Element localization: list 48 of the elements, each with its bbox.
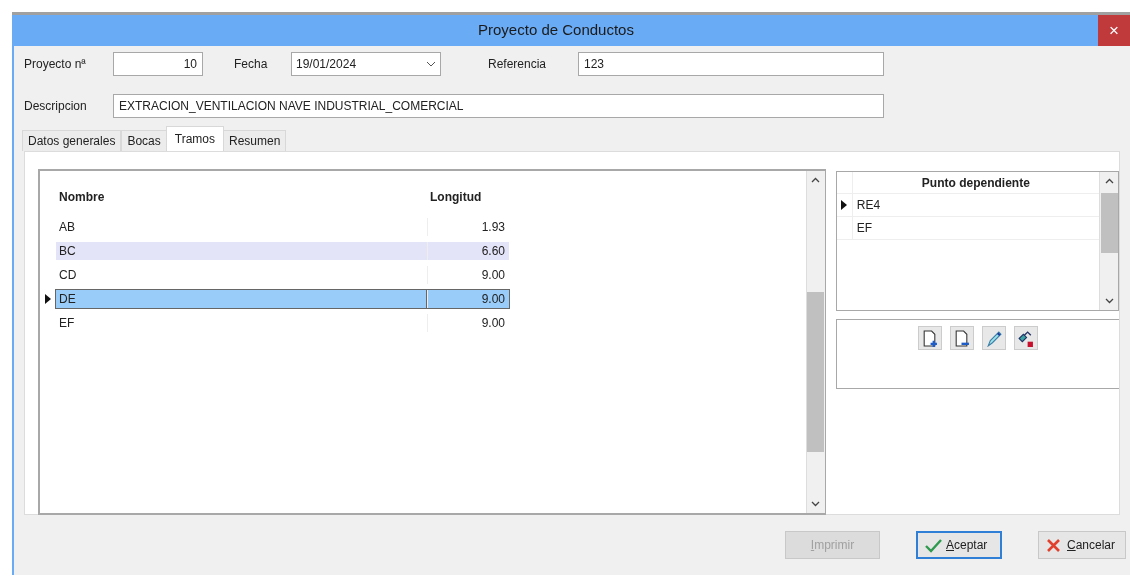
add-row-button[interactable] — [917, 326, 942, 350]
tab[interactable]: Datos generales — [22, 129, 122, 151]
table-cell: BC — [56, 242, 427, 260]
field-label: Fecha — [234, 56, 269, 73]
chain-icon — [1017, 329, 1035, 347]
table-cell: 1.93 — [427, 218, 509, 236]
date-picker[interactable]: 19/01/2024 — [291, 52, 441, 76]
document-minus-icon — [953, 329, 971, 347]
table-cell-text: EF — [855, 220, 873, 237]
field-label: Descripcion — [24, 98, 88, 115]
scrollbar[interactable] — [805, 171, 825, 513]
table-cell-text: AB — [58, 219, 76, 236]
row-pointer-icon — [45, 294, 51, 304]
pencil-icon — [985, 329, 1003, 347]
column-header[interactable]: Punto dependiente — [852, 173, 1099, 192]
window-title: Proyecto de Conductos — [477, 20, 635, 41]
table-cell: DE — [56, 290, 427, 308]
column-header[interactable]: Nombre — [56, 188, 427, 206]
accept-button[interactable]: Aceptar — [916, 531, 1002, 559]
scroll-thumb[interactable] — [807, 292, 825, 452]
dropdown-chevron-icon[interactable] — [426, 61, 436, 67]
tab[interactable]: Bocas — [121, 129, 167, 151]
table-cell-text: EF — [58, 315, 76, 332]
cancel-button[interactable]: Cancelar — [1038, 531, 1126, 559]
link-button[interactable] — [1013, 326, 1038, 350]
table-cell: 9.00 — [427, 290, 509, 308]
edit-button[interactable] — [981, 326, 1006, 350]
table-cell-text: RE4 — [855, 197, 881, 214]
tab[interactable]: Tramos — [165, 125, 224, 151]
input-field[interactable]: 10 — [113, 52, 203, 76]
table-cell: 9.00 — [427, 314, 509, 332]
field-label: Referencia — [488, 56, 548, 73]
document-plus-icon — [921, 329, 939, 347]
column-header[interactable]: Longitud — [427, 188, 509, 206]
cross-icon — [1045, 537, 1063, 553]
input-field[interactable]: 123 — [578, 52, 884, 76]
scrollbar[interactable] — [1099, 172, 1118, 310]
checkmark-icon — [924, 537, 942, 553]
input-field[interactable]: EXTRACION_VENTILACION NAVE INDUSTRIAL_COMERCIAL — [113, 94, 884, 118]
field-label: Proyecto nª — [24, 56, 87, 73]
scroll-thumb[interactable] — [1100, 193, 1118, 253]
tab[interactable]: Resumen — [223, 129, 287, 151]
table-cell: 6.60 — [427, 242, 509, 260]
remove-row-button[interactable] — [949, 326, 974, 350]
close-button[interactable]: × — [1098, 15, 1130, 46]
table-cell: 9.00 — [427, 266, 509, 284]
table-cell-text: CD — [58, 267, 78, 284]
row-pointer-icon — [841, 200, 848, 210]
